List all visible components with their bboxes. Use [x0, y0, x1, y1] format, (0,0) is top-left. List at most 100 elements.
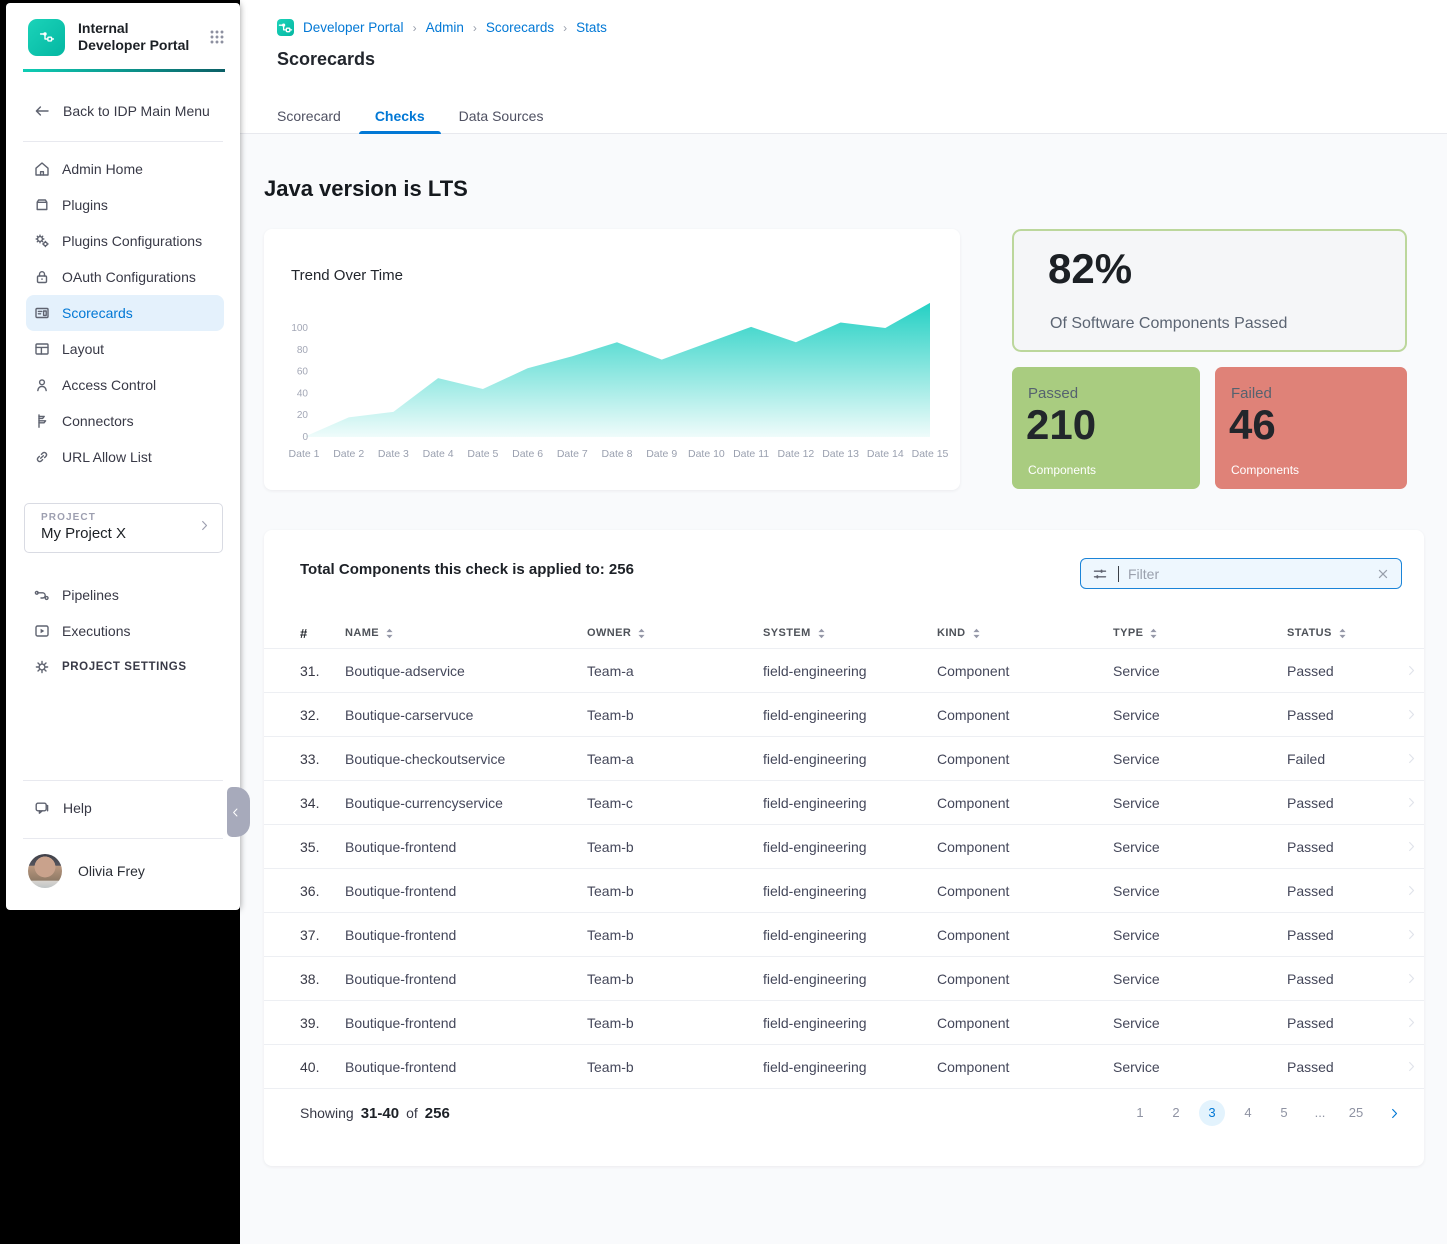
table-row[interactable]: 32.Boutique-carservuceTeam-bfield-engine…: [264, 692, 1424, 736]
column-header-status[interactable]: STATUS: [1287, 627, 1398, 640]
cell-type: Service: [1113, 663, 1287, 679]
pass-percentage-value: 82%: [1048, 245, 1132, 293]
svg-text:Date 14: Date 14: [867, 448, 904, 460]
person-icon: [33, 376, 51, 394]
close-icon[interactable]: [1375, 566, 1391, 582]
sidebar-item-scorecards[interactable]: Scorecards: [26, 295, 224, 331]
sidebar-collapse-handle[interactable]: [227, 787, 250, 837]
table-row[interactable]: 33.Boutique-checkoutserviceTeam-afield-e…: [264, 736, 1424, 780]
sidebar-item-oauth-configurations[interactable]: OAuth Configurations: [26, 259, 224, 295]
cell-name: Boutique-carservuce: [345, 707, 587, 723]
filter-sliders-icon[interactable]: [1091, 565, 1109, 583]
page-3[interactable]: 3: [1199, 1100, 1225, 1126]
sort-icon[interactable]: [817, 627, 826, 640]
svg-text:Date 13: Date 13: [822, 448, 859, 460]
column-header-system[interactable]: SYSTEM: [763, 627, 937, 640]
tab-checks[interactable]: Checks: [375, 108, 425, 134]
sort-icon[interactable]: [972, 627, 981, 640]
column-header-type[interactable]: TYPE: [1113, 627, 1287, 640]
table-row[interactable]: 35.Boutique-frontendTeam-bfield-engineer…: [264, 824, 1424, 868]
sidebar-item-plugins[interactable]: Plugins: [26, 187, 224, 223]
chevron-left-icon: [229, 806, 242, 819]
cell-status: Passed: [1287, 1059, 1398, 1075]
cell-kind: Component: [937, 1059, 1113, 1075]
sidebar-item-admin-home[interactable]: Admin Home: [26, 151, 224, 187]
back-to-idp-link[interactable]: Back to IDP Main Menu: [6, 95, 240, 127]
table-row[interactable]: 40.Boutique-frontendTeam-bfield-engineer…: [264, 1044, 1424, 1088]
table-row[interactable]: 38.Boutique-frontendTeam-bfield-engineer…: [264, 956, 1424, 1000]
page-4[interactable]: 4: [1235, 1100, 1261, 1126]
table-row[interactable]: 37.Boutique-frontendTeam-bfield-engineer…: [264, 912, 1424, 956]
sidebar-item-connectors[interactable]: Connectors: [26, 403, 224, 439]
cell-system: field-engineering: [763, 707, 937, 723]
cell-system: field-engineering: [763, 883, 937, 899]
breadcrumb-admin[interactable]: Admin: [426, 20, 464, 35]
gear-icon: [33, 658, 51, 676]
filter-box[interactable]: [1080, 558, 1402, 589]
passed-card: Passed 210 Components: [1012, 367, 1200, 489]
table-row[interactable]: 34.Boutique-currencyserviceTeam-cfield-e…: [264, 780, 1424, 824]
cell-status: Passed: [1287, 707, 1398, 723]
sidebar-divider: [23, 780, 223, 781]
tab-bar: Scorecard Checks Data Sources: [277, 108, 543, 134]
sidebar-item-pipelines[interactable]: Pipelines: [26, 577, 224, 613]
table-header-row: #NAMEOWNERSYSTEM KINDTYPE STATUS: [264, 618, 1424, 648]
column-header-[interactable]: #: [300, 626, 345, 641]
page-header: Developer Portal›Admin›Scorecards›Stats …: [240, 0, 1447, 134]
page-ellipsis: ...: [1307, 1100, 1333, 1126]
arrow-left-icon: [33, 102, 51, 120]
svg-text:Date 1: Date 1: [289, 448, 320, 460]
breadcrumb-scorecards[interactable]: Scorecards: [486, 20, 554, 35]
page-25[interactable]: 25: [1343, 1100, 1369, 1126]
row-chevron-icon: [1398, 883, 1424, 898]
cell-owner: Team-b: [587, 1015, 763, 1031]
breadcrumb-developer-portal[interactable]: Developer Portal: [303, 20, 404, 35]
pagination: 12345... 25: [1127, 1100, 1402, 1126]
column-header-name[interactable]: NAME: [345, 627, 587, 640]
tab-scorecard[interactable]: Scorecard: [277, 108, 341, 134]
table-row[interactable]: 39.Boutique-frontendTeam-bfield-engineer…: [264, 1000, 1424, 1044]
sidebar-item-url-allow-list[interactable]: URL Allow List: [26, 439, 224, 475]
project-selector[interactable]: PROJECT My Project X: [24, 503, 223, 553]
sidebar-item-plugins-configurations[interactable]: Plugins Configurations: [26, 223, 224, 259]
user-profile[interactable]: Olivia Frey: [6, 849, 240, 893]
sidebar-item-project-settings[interactable]: PROJECT SETTINGS: [26, 649, 224, 685]
gears-icon: [33, 232, 51, 250]
sort-icon[interactable]: [385, 627, 394, 640]
app-grid-icon[interactable]: [208, 28, 226, 46]
sidebar-item-access-control[interactable]: Access Control: [26, 367, 224, 403]
cell-status: Passed: [1287, 663, 1398, 679]
filter-input[interactable]: [1128, 566, 1366, 582]
sidebar-item-executions[interactable]: Executions: [26, 613, 224, 649]
cell-number: 40.: [300, 1059, 345, 1075]
row-chevron-icon: [1398, 927, 1424, 942]
table-row[interactable]: 31.Boutique-adserviceTeam-afield-enginee…: [264, 648, 1424, 692]
column-label: SYSTEM: [763, 627, 811, 639]
home-icon: [33, 160, 51, 178]
pipeline-icon: [33, 586, 51, 604]
sidebar-item-layout[interactable]: Layout: [26, 331, 224, 367]
column-header-kind[interactable]: KIND: [937, 627, 1113, 640]
cell-owner: Team-b: [587, 707, 763, 723]
components-table-card: Total Components this check is applied t…: [264, 530, 1424, 1166]
main-content: Developer Portal›Admin›Scorecards›Stats …: [240, 0, 1447, 1244]
breadcrumb-stats[interactable]: Stats: [576, 20, 607, 35]
page-5[interactable]: 5: [1271, 1100, 1297, 1126]
sort-icon[interactable]: [1338, 627, 1347, 640]
sort-icon[interactable]: [1149, 627, 1158, 640]
svg-text:Date 4: Date 4: [423, 448, 454, 460]
column-header-owner[interactable]: OWNER: [587, 627, 763, 640]
column-label: TYPE: [1113, 627, 1143, 639]
next-page-button[interactable]: [1387, 1106, 1402, 1121]
row-chevron-icon: [1398, 751, 1424, 766]
sort-icon[interactable]: [637, 627, 646, 640]
sidebar-nav-project: PipelinesExecutionsPROJECT SETTINGS: [6, 577, 240, 685]
tab-data-sources[interactable]: Data Sources: [459, 108, 544, 134]
failed-card: Failed 46 Components: [1215, 367, 1407, 489]
help-button[interactable]: Help: [6, 792, 240, 824]
page-1[interactable]: 1: [1127, 1100, 1153, 1126]
table-row[interactable]: 36.Boutique-frontendTeam-bfield-engineer…: [264, 868, 1424, 912]
page-2[interactable]: 2: [1163, 1100, 1189, 1126]
cell-number: 38.: [300, 971, 345, 987]
cell-owner: Team-a: [587, 751, 763, 767]
